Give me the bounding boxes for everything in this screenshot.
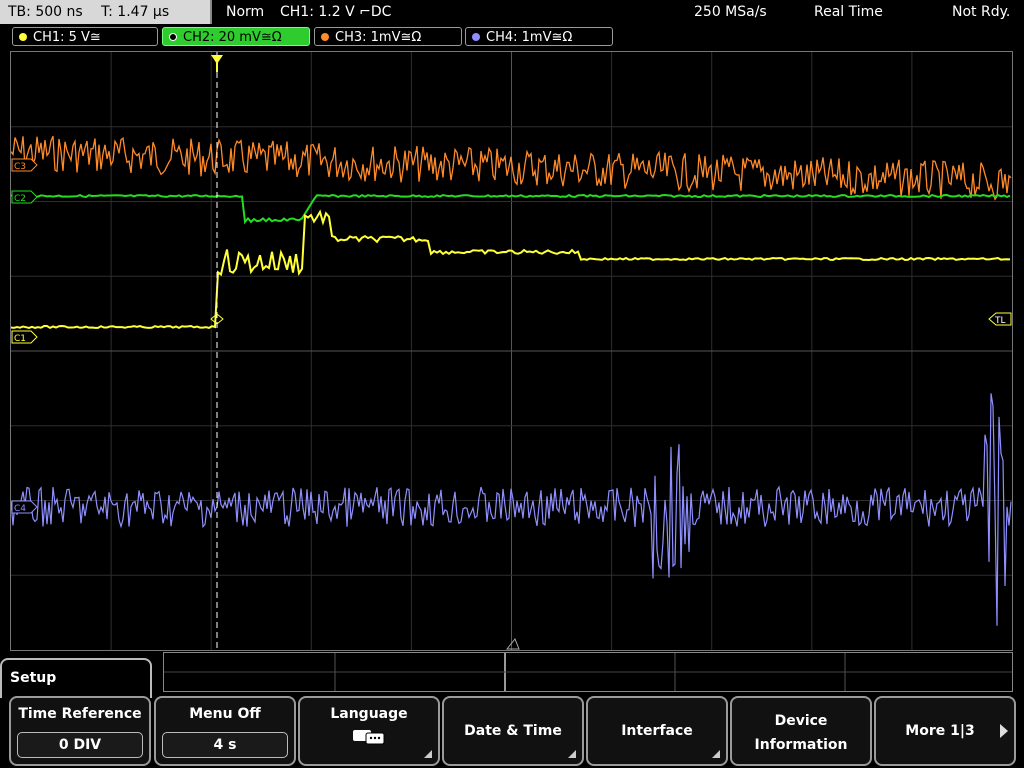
channel-2-label: CH2: 20 mV≅Ω [183,30,282,45]
sample-rate: 250 MSa/s [694,4,767,20]
channel-tabs: CH1: 5 V≅ CH2: 20 mV≅Ω CH3: 1mV≅Ω CH4: 1… [0,27,1024,48]
device-information-button[interactable]: Device Information [730,696,872,766]
timebase-label: TB: 500 ns [8,4,83,20]
channel-1-marker-label: C1 [14,334,26,344]
channel-3-marker-label: C3 [14,162,26,172]
channel-2-marker-label: C2 [14,194,26,204]
center-marker-icon [505,638,520,650]
channel-2-trace [11,193,1011,225]
time-reference-label: Time Reference [18,706,142,722]
interface-button[interactable]: Interface [586,696,728,766]
channel-4-tab[interactable]: CH4: 1mV≅Ω [465,27,613,46]
date-time-button[interactable]: Date & Time [442,696,584,766]
top-status-bar: TB: 500 ns T: 1.47 µs Norm CH1: 1.2 V ⌐D… [0,0,1024,24]
channel-4-marker[interactable]: C4 [11,500,38,514]
language-icon [353,730,385,745]
language-button[interactable]: Language [298,696,440,766]
submenu-corner-icon [568,750,576,758]
zoom-overview-strip [163,652,1013,692]
more-button[interactable]: More 1|3 [874,696,1016,766]
menu-off-button[interactable]: Menu Off 4 s [154,696,296,766]
softkey-bar: Time Reference 0 DIV Menu Off 4 s Langua… [0,696,1024,768]
submenu-corner-icon [424,750,432,758]
submenu-corner-icon [712,750,720,758]
acquisition-mode: Real Time [814,4,883,20]
time-reference-value[interactable]: 0 DIV [17,732,143,758]
channel-1-marker[interactable]: C1 [11,330,38,344]
menu-title-tab[interactable]: Setup [0,658,152,698]
channel-3-label: CH3: 1mV≅Ω [335,30,422,45]
acquisition-status: Not Rdy. [952,4,1011,20]
channel-1-label: CH1: 5 V≅ [33,30,101,45]
channel-2-dot-icon [169,33,177,41]
graticule [11,52,1012,650]
date-time-label: Date & Time [464,723,562,739]
device-information-line2: Information [754,737,848,753]
waveform-svg: C3 C2 C1 C4 TL [11,52,1012,650]
device-information-line1: Device [774,713,828,729]
trigger-source[interactable]: CH1: 1.2 V ⌐DC [280,0,391,24]
waveform-display[interactable]: C3 C2 C1 C4 TL [10,51,1013,651]
time-reference-button[interactable]: Time Reference 0 DIV [9,696,151,766]
next-page-arrow-icon [1000,724,1008,738]
channel-4-marker-label: C4 [14,504,26,514]
menu-off-label: Menu Off [189,706,261,722]
channel-3-dot-icon [321,33,329,41]
trigger-mode[interactable]: Norm [226,0,264,24]
channel-4-label: CH4: 1mV≅Ω [486,30,573,45]
channel-1-dot-icon [19,33,27,41]
more-label: More 1|3 [905,723,975,739]
interface-label: Interface [621,723,693,739]
channel-2-marker[interactable]: C2 [11,190,38,204]
trigger-time-label: T: 1.47 µs [101,4,170,20]
overview-svg [164,653,1012,691]
channel-3-marker[interactable]: C3 [11,158,38,172]
channel-3-tab[interactable]: CH3: 1mV≅Ω [314,27,462,46]
menu-off-value[interactable]: 4 s [162,732,288,758]
language-label: Language [330,706,408,722]
timebase-box[interactable]: TB: 500 ns T: 1.47 µs [0,0,212,24]
channel-1-trace [11,209,1011,330]
channel-1-tab[interactable]: CH1: 5 V≅ [12,27,158,46]
trigger-level-label: TL [994,316,1006,326]
trigger-level-marker[interactable]: TL [988,312,1012,326]
channel-4-dot-icon [472,33,480,41]
channel-2-tab[interactable]: CH2: 20 mV≅Ω [162,27,310,46]
